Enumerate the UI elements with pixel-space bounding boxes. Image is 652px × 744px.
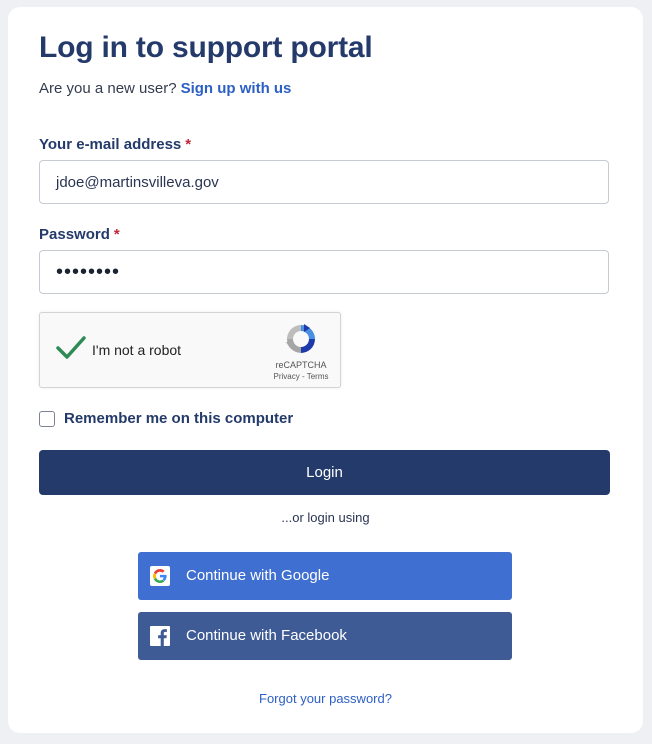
remember-label[interactable]: Remember me on this computer	[64, 410, 293, 427]
email-label-text: Your e-mail address	[39, 136, 182, 153]
google-login-button[interactable]: Continue with Google	[138, 552, 512, 600]
recaptcha-logo-icon	[286, 324, 315, 353]
login-card: Log in to support portal Are you a new u…	[8, 7, 643, 733]
email-label: Your e-mail address *	[39, 136, 191, 153]
facebook-login-label: Continue with Facebook	[186, 627, 347, 644]
facebook-icon	[150, 626, 170, 646]
recaptcha-label: I'm not a robot	[92, 342, 182, 358]
signup-prompt: Are you a new user? Sign up with us	[39, 80, 291, 97]
forgot-password-link[interactable]: Forgot your password?	[8, 691, 643, 706]
login-button[interactable]: Login	[39, 450, 610, 495]
signup-link[interactable]: Sign up with us	[181, 80, 292, 97]
required-marker: *	[185, 136, 192, 153]
page-title: Log in to support portal	[39, 31, 373, 64]
password-label-text: Password	[39, 226, 110, 243]
remember-checkbox[interactable]	[39, 410, 55, 427]
alt-login-divider: ...or login using	[281, 510, 370, 525]
recaptcha-widget[interactable]: I'm not a robot reCAPTCHA Privacy - Term…	[39, 312, 341, 388]
recaptcha-privacy-terms[interactable]: Privacy - Terms	[266, 372, 336, 381]
required-marker: *	[113, 226, 120, 243]
password-value: ••••••••	[56, 260, 121, 283]
email-value: jdoe@martinsvilleva.gov	[56, 173, 219, 191]
signup-prompt-text: Are you a new user?	[39, 80, 177, 97]
email-field[interactable]: jdoe@martinsvilleva.gov	[39, 160, 609, 204]
remember-me[interactable]: Remember me on this computer	[39, 410, 293, 427]
password-label: Password *	[39, 226, 120, 243]
checkmark-icon[interactable]	[56, 335, 86, 361]
facebook-login-button[interactable]: Continue with Facebook	[138, 612, 512, 660]
recaptcha-brand: reCAPTCHA	[275, 360, 327, 370]
password-field[interactable]: ••••••••	[39, 250, 609, 294]
google-login-label: Continue with Google	[186, 567, 330, 584]
google-icon	[150, 566, 170, 586]
